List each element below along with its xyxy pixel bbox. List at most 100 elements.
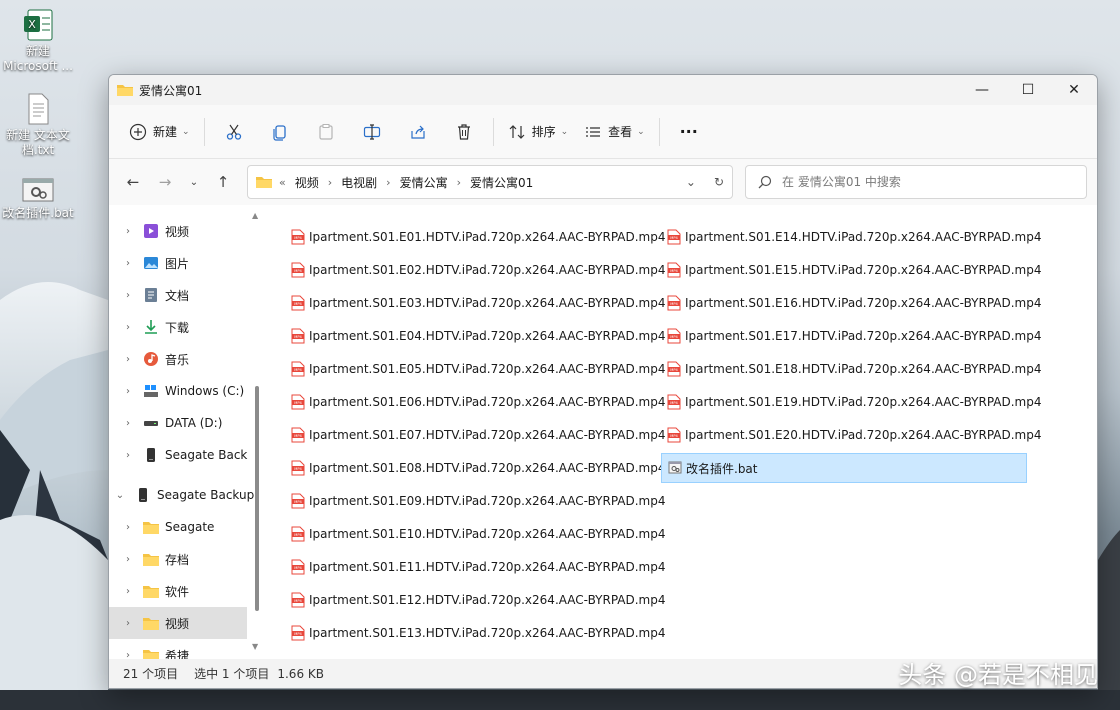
chevron-right-icon[interactable]: › [123, 226, 133, 237]
mp4-file-icon: MP4 [291, 262, 309, 278]
more-options-button[interactable]: ··· [666, 115, 712, 149]
svg-text:MP4: MP4 [294, 368, 302, 372]
bat-file-icon [668, 460, 686, 476]
file-item[interactable]: MP4 Ipartment.S01.E19.HDTV.iPad.720p.x264… [661, 387, 1042, 417]
chevron-right-icon[interactable]: › [123, 354, 133, 365]
breadcrumb-item[interactable]: 爱情公寓01 [470, 174, 533, 191]
breadcrumb-item[interactable]: 电视剧 [341, 174, 377, 191]
picture-icon [143, 255, 159, 271]
svg-text:MP4: MP4 [670, 368, 678, 372]
file-item[interactable]: MP4 Ipartment.S01.E12.HDTV.iPad.720p.x264… [285, 585, 666, 615]
text-file-icon [22, 92, 54, 126]
file-item[interactable]: MP4 Ipartment.S01.E20.HDTV.iPad.720p.x264… [661, 420, 1042, 450]
sidebar-item[interactable]: › 视频 [109, 215, 265, 247]
svg-text:MP4: MP4 [670, 269, 678, 273]
sidebar-item[interactable]: › 软件 [109, 575, 265, 607]
sidebar-item[interactable]: › Seagate Back [109, 439, 265, 471]
folder-icon [143, 583, 159, 599]
file-item[interactable]: MP4 Ipartment.S01.E07.HDTV.iPad.720p.x264… [285, 420, 666, 450]
address-bar[interactable]: « 视频 › 电视剧 › 爱情公寓 › 爱情公寓01 ⌄ ↻ [247, 165, 733, 199]
file-item[interactable]: MP4 Ipartment.S01.E10.HDTV.iPad.720p.x264… [285, 519, 666, 549]
scroll-up-icon[interactable]: ▲ [252, 211, 258, 220]
sidebar-item[interactable]: › 视频 [109, 607, 247, 639]
copy-button[interactable] [257, 115, 303, 149]
file-name: Ipartment.S01.E17.HDTV.iPad.720p.x264.AA… [685, 329, 1042, 343]
chevron-right-icon[interactable]: › [123, 586, 133, 597]
file-item[interactable]: 改名插件.bat [661, 453, 1027, 483]
sidebar-item[interactable]: › DATA (D:) [109, 407, 265, 439]
chevron-right-icon[interactable]: › [123, 322, 133, 333]
desktop-icon-bat[interactable]: 改名插件.bat [0, 178, 76, 221]
sidebar-item[interactable]: › Windows (C:) [109, 375, 265, 407]
navigation-pane: › 视频 › 图片 › 文档 › 下载 › 音乐 › Windows (C:) › DATA (D:) › S… [109, 205, 265, 663]
close-button[interactable]: ✕ [1051, 75, 1097, 105]
refresh-icon[interactable]: ↻ [714, 175, 724, 189]
view-button[interactable]: 查看 ⌄ [576, 115, 653, 149]
sidebar-item[interactable]: › 存档 [109, 543, 265, 575]
chevron-right-icon[interactable]: › [123, 290, 133, 301]
file-item[interactable]: MP4 Ipartment.S01.E16.HDTV.iPad.720p.x264… [661, 288, 1042, 318]
sidebar-item-label: 视频 [165, 224, 190, 239]
file-item[interactable]: MP4 Ipartment.S01.E15.HDTV.iPad.720p.x264… [661, 255, 1042, 285]
file-name: Ipartment.S01.E10.HDTV.iPad.720p.x264.AA… [309, 527, 666, 541]
sidebar-item[interactable]: ⌄ Seagate Backup [109, 479, 265, 511]
chevron-down-icon: ⌄ [182, 126, 190, 137]
file-item[interactable]: MP4 Ipartment.S01.E09.HDTV.iPad.720p.x264… [285, 486, 666, 516]
new-button[interactable]: 新建 ⌄ [121, 115, 198, 149]
sidebar-item[interactable]: › 音乐 [109, 343, 265, 375]
up-button[interactable]: ↑ [207, 166, 239, 198]
sort-button[interactable]: 排序 ⌄ [500, 115, 577, 149]
file-item[interactable]: MP4 Ipartment.S01.E11.HDTV.iPad.720p.x264… [285, 552, 666, 582]
chevron-right-icon[interactable]: › [123, 386, 133, 397]
file-item[interactable]: MP4 Ipartment.S01.E06.HDTV.iPad.720p.x264… [285, 387, 666, 417]
svg-text:MP4: MP4 [294, 566, 302, 570]
recent-locations-button[interactable]: ⌄ [181, 166, 207, 198]
breadcrumb-overflow[interactable]: « [279, 176, 286, 189]
sidebar-item[interactable]: › 下载 [109, 311, 265, 343]
file-item[interactable]: MP4 Ipartment.S01.E04.HDTV.iPad.720p.x264… [285, 321, 666, 351]
chevron-right-icon[interactable]: › [123, 522, 133, 533]
file-item[interactable]: MP4 Ipartment.S01.E03.HDTV.iPad.720p.x264… [285, 288, 666, 318]
delete-button[interactable] [441, 115, 487, 149]
file-item[interactable]: MP4 Ipartment.S01.E13.HDTV.iPad.720p.x264… [285, 618, 666, 648]
chevron-down-icon[interactable]: ⌄ [115, 490, 125, 501]
chevron-right-icon[interactable]: › [123, 554, 133, 565]
forward-button[interactable]: → [149, 166, 181, 198]
file-item[interactable]: MP4 Ipartment.S01.E14.HDTV.iPad.720p.x264… [661, 222, 1042, 252]
sidebar-item[interactable]: › 文档 [109, 279, 265, 311]
sidebar-item[interactable]: › 图片 [109, 247, 265, 279]
maximize-button[interactable]: ☐ [1005, 75, 1051, 105]
file-item[interactable]: MP4 Ipartment.S01.E05.HDTV.iPad.720p.x264… [285, 354, 666, 384]
breadcrumb-item[interactable]: 爱情公寓 [400, 174, 448, 191]
cut-button[interactable] [211, 115, 257, 149]
bat-file-icon [22, 178, 54, 204]
file-item[interactable]: MP4 Ipartment.S01.E17.HDTV.iPad.720p.x264… [661, 321, 1042, 351]
file-item[interactable]: MP4 Ipartment.S01.E01.HDTV.iPad.720p.x264… [285, 222, 666, 252]
chevron-right-icon[interactable]: › [123, 258, 133, 269]
sidebar-item[interactable]: › Seagate [109, 511, 265, 543]
share-button[interactable] [395, 115, 441, 149]
minimize-button[interactable]: — [959, 75, 1005, 105]
chevron-right-icon[interactable]: › [123, 618, 133, 629]
title-bar[interactable]: 爱情公寓01 — ☐ ✕ [109, 75, 1097, 105]
file-item[interactable]: MP4 Ipartment.S01.E02.HDTV.iPad.720p.x264… [285, 255, 666, 285]
scroll-down-icon[interactable]: ▼ [252, 642, 258, 651]
file-item[interactable]: MP4 Ipartment.S01.E18.HDTV.iPad.720p.x264… [661, 354, 1042, 384]
mp4-file-icon: MP4 [291, 526, 309, 542]
chevron-right-icon[interactable]: › [123, 418, 133, 429]
desktop-icon-text-file[interactable]: 新建 文本文档.txt [0, 92, 76, 158]
chevron-right-icon[interactable]: › [123, 450, 133, 461]
chevron-right-icon: › [327, 175, 333, 189]
file-item[interactable]: MP4 Ipartment.S01.E08.HDTV.iPad.720p.x264… [285, 453, 666, 483]
back-button[interactable]: ← [117, 166, 149, 198]
chevron-right-icon: › [386, 175, 391, 189]
address-dropdown-icon[interactable]: ⌄ [686, 175, 696, 189]
search-box[interactable] [745, 165, 1087, 199]
rename-button[interactable] [349, 115, 395, 149]
paste-button[interactable] [303, 115, 349, 149]
sidebar-scrollbar[interactable]: ▲ ▼ [252, 211, 259, 651]
desktop-icon-excel[interactable]: X 新建 Microsoft ... [0, 8, 76, 74]
search-input[interactable] [782, 175, 1062, 189]
breadcrumb-item[interactable]: 视频 [295, 174, 319, 191]
scrollbar-thumb[interactable] [255, 386, 259, 611]
